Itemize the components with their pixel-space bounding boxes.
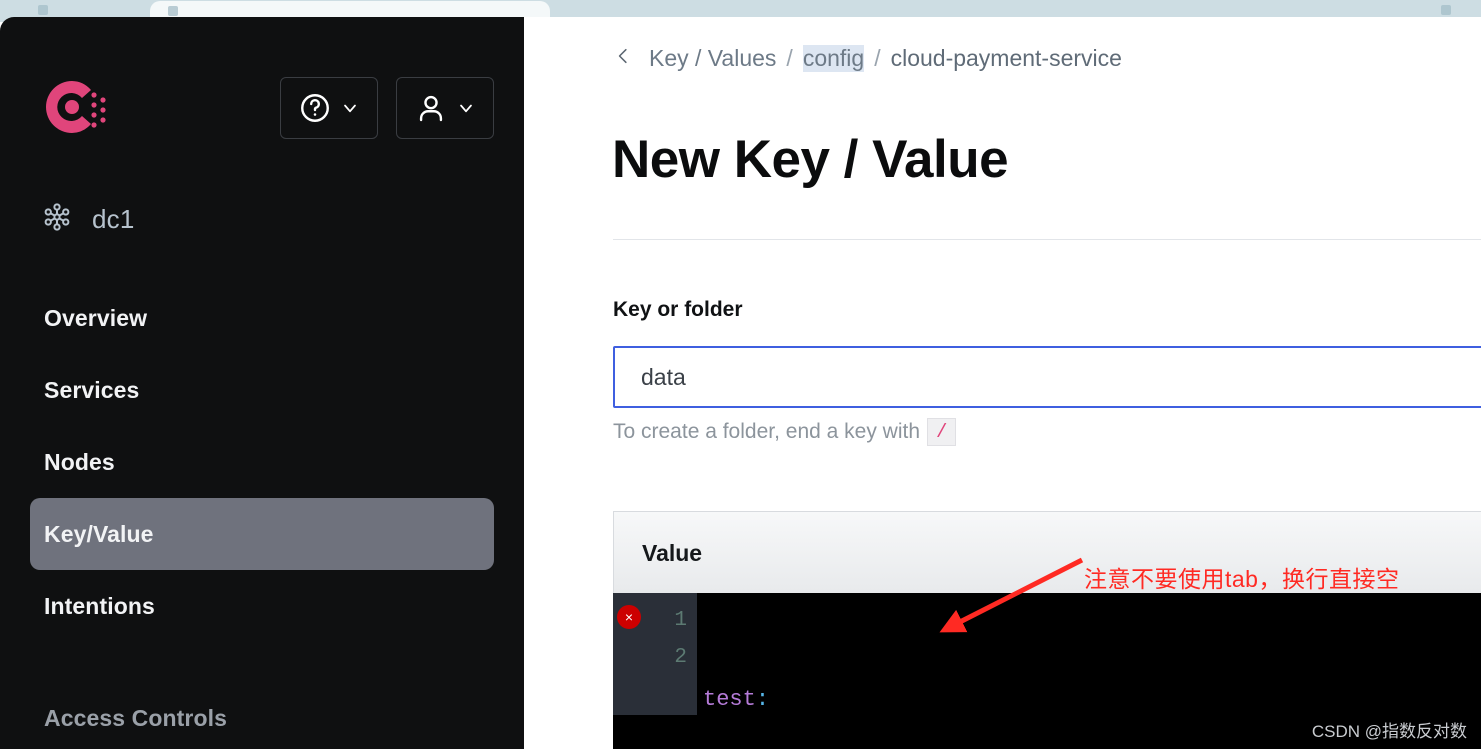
sidebar-nav-divider xyxy=(0,642,524,682)
main-content: Key / Values / config / cloud-payment-se… xyxy=(524,17,1481,749)
key-helper-text: To create a folder, end a key with / xyxy=(613,418,957,446)
chevron-down-icon xyxy=(456,98,476,118)
sidebar-item-access-controls[interactable]: Access Controls xyxy=(0,682,524,749)
line-number: 1 xyxy=(674,609,687,632)
sidebar-item-services[interactable]: Services xyxy=(0,354,524,426)
sidebar-item-label: Intentions xyxy=(44,592,155,619)
code-line: test: xyxy=(703,667,1046,718)
sidebar-item-label: Overview xyxy=(44,304,148,331)
nodes-network-icon xyxy=(42,202,72,237)
user-menu-button[interactable] xyxy=(396,77,494,139)
breadcrumb-current: cloud-payment-service xyxy=(890,44,1122,71)
code-token-punct: : xyxy=(755,687,770,712)
title-divider xyxy=(613,239,1481,240)
breadcrumb-root-link[interactable]: Key / Values xyxy=(649,45,776,72)
annotation-note-text: 注意不要使用tab，换行直接空 xyxy=(1084,566,1400,592)
sidebar-item-nodes[interactable]: Nodes xyxy=(0,426,524,498)
key-or-folder-input[interactable]: data xyxy=(613,346,1481,408)
consul-logo[interactable] xyxy=(42,75,106,139)
chevron-left-icon[interactable] xyxy=(614,44,633,72)
line-number: 2 xyxy=(674,646,687,669)
page-title: New Key / Value xyxy=(612,130,1009,189)
key-or-folder-label: Key or folder xyxy=(613,298,743,321)
sidebar-nav: Overview Services Nodes Key/Value Intent… xyxy=(0,282,524,749)
helper-text-prefix: To create a folder, end a key with xyxy=(613,420,921,443)
editor-code-area[interactable]: test: info: "You are so smart!" xyxy=(703,593,1046,749)
error-marker-icon[interactable]: × xyxy=(617,605,641,629)
code-token-key: test xyxy=(703,687,756,712)
sidebar-item-label: Services xyxy=(44,376,140,403)
tab-favicon-icon xyxy=(168,6,178,16)
slash-code-badge: / xyxy=(927,418,957,446)
datacenter-label: dc1 xyxy=(92,204,135,234)
breadcrumb-separator: / xyxy=(874,44,881,71)
browser-back-icon[interactable] xyxy=(38,5,48,15)
help-circle-icon xyxy=(298,91,332,125)
sidebar: dc1 Overview Services Nodes Key/Value In… xyxy=(0,17,524,749)
sidebar-item-label: Key/Value xyxy=(44,520,154,547)
user-icon xyxy=(414,91,448,125)
sidebar-item-label: Nodes xyxy=(44,448,115,475)
editor-gutter: × 1 2 xyxy=(613,593,697,715)
breadcrumb-folder-link[interactable]: config xyxy=(802,44,865,72)
datacenter-selector[interactable]: dc1 xyxy=(42,202,135,237)
sidebar-item-label: Access Controls xyxy=(44,704,228,731)
value-label: Value xyxy=(642,540,703,566)
sidebar-item-overview[interactable]: Overview xyxy=(0,282,524,354)
value-panel: Value × 1 2 test: info: "You are so smar… xyxy=(613,511,1481,749)
breadcrumb-separator: / xyxy=(786,44,793,71)
breadcrumb: Key / Values / config / cloud-payment-se… xyxy=(614,44,1122,72)
watermark: CSDN @指数反对数 xyxy=(1311,722,1467,741)
help-menu-button[interactable] xyxy=(280,77,378,139)
chevron-down-icon xyxy=(340,98,360,118)
sidebar-account-buttons xyxy=(280,77,494,139)
browser-menu-icon[interactable] xyxy=(1441,5,1451,15)
sidebar-item-key-value[interactable]: Key/Value xyxy=(30,498,494,570)
sidebar-header xyxy=(0,17,524,147)
sidebar-item-intentions[interactable]: Intentions xyxy=(0,570,524,642)
